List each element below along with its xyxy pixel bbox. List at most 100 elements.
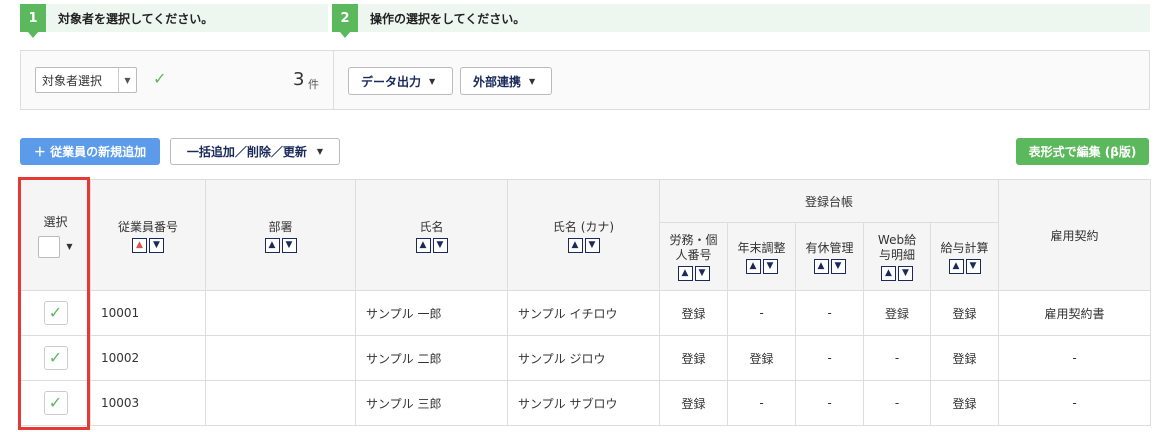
cell-name-kana: サンプル サブロウ [507, 380, 660, 426]
cell-web-payslip: - [863, 380, 931, 426]
header-paid-leave-label: 有休管理 [805, 241, 854, 255]
header-web-payslip-label: Web給与明細 [877, 232, 917, 262]
sort-asc-icon[interactable]: ▲ [745, 259, 761, 274]
header-payroll: 給与計算 ▲ ▼ [929, 222, 1000, 291]
sort-asc-icon[interactable]: ▲ [948, 259, 964, 274]
header-employee-no-label: 従業員番号 [117, 219, 178, 234]
cell-employee-no: 10002 [90, 335, 206, 381]
header-select-label: 選択 [43, 214, 68, 229]
row-checkbox-checked[interactable]: ✓ [43, 391, 68, 415]
selected-count: 3 [293, 69, 305, 90]
data-export-label: データ出力 [361, 74, 422, 89]
cell-web-payslip[interactable]: 登録 [863, 290, 931, 336]
cell-payroll[interactable]: 登録 [929, 335, 1000, 381]
sort-desc-icon[interactable]: ▼ [694, 265, 710, 281]
cell-contract[interactable]: 雇用契約書 [998, 290, 1152, 336]
header-select: 選択 ▼ [20, 179, 91, 291]
sort-asc-icon[interactable]: ▲ [132, 237, 147, 253]
table-edit-button[interactable]: 表形式で編集 (β版) [1016, 138, 1149, 165]
cell-paid-leave: - [795, 335, 864, 381]
row-select-cell[interactable]: ✓ [20, 290, 91, 336]
cell-web-payslip: - [863, 335, 931, 381]
header-employee-no: 従業員番号 ▲ ▼ [90, 179, 206, 291]
caret-down-icon: ▼ [429, 76, 436, 86]
cell-year-end: - [727, 290, 796, 336]
step-2: 2 操作の選択をしてください。 [332, 4, 1150, 38]
sort-asc-icon[interactable]: ▲ [677, 265, 693, 281]
table-row[interactable]: ✓ 10002 サンプル 二郎 サンプル ジロウ 登録 登録 - - 登録 - [20, 335, 1152, 381]
add-employee-button[interactable]: ＋ 従業員の新規追加 [20, 138, 160, 165]
sort-desc-icon[interactable]: ▼ [584, 237, 600, 253]
sort-asc-icon[interactable]: ▲ [813, 259, 829, 274]
caret-down-icon[interactable]: ▼ [66, 242, 72, 251]
header-name: 氏名 ▲ ▼ [355, 179, 508, 291]
row-select-cell[interactable]: ✓ [20, 335, 91, 381]
header-year-end-label: 年末調整 [737, 241, 786, 255]
sort-desc-icon[interactable]: ▼ [965, 259, 981, 274]
row-select-cell[interactable]: ✓ [20, 380, 91, 426]
cell-department [205, 290, 356, 336]
cell-labor[interactable]: 登録 [659, 335, 728, 381]
header-web-payslip: Web給与明細 ▲ ▼ [863, 222, 931, 291]
bulk-update-button[interactable]: 一括追加／削除／更新 ▼ [170, 138, 340, 165]
sort-desc-icon[interactable]: ▼ [149, 237, 164, 253]
header-year-end: 年末調整 ▲ ▼ [727, 222, 796, 291]
header-name-label: 氏名 [419, 219, 444, 234]
cell-department [205, 335, 356, 381]
header-department: 部署 ▲ ▼ [205, 179, 356, 291]
cell-paid-leave: - [795, 290, 864, 336]
table-row[interactable]: ✓ 10003 サンプル 三郎 サンプル サブロウ 登録 - - - 登録 - [20, 380, 1152, 426]
sort-asc-icon[interactable]: ▲ [567, 237, 583, 253]
header-payroll-label: 給与計算 [940, 241, 989, 255]
cell-labor[interactable]: 登録 [659, 380, 728, 426]
sort-desc-icon[interactable]: ▼ [898, 265, 913, 281]
cell-name[interactable]: サンプル 二郎 [355, 335, 508, 381]
chevron-down-icon[interactable]: ▼ [118, 68, 136, 92]
cell-paid-leave: - [795, 380, 864, 426]
caret-down-icon: ▼ [529, 76, 536, 86]
header-paid-leave: 有休管理 ▲ ▼ [795, 222, 864, 291]
header-department-label: 部署 [268, 219, 293, 234]
cell-labor[interactable]: 登録 [659, 290, 728, 336]
external-link-button[interactable]: 外部連携 ▼ [460, 67, 552, 95]
step-2-label: 操作の選択をしてください。 [370, 11, 526, 26]
sort-desc-icon[interactable]: ▼ [762, 259, 778, 274]
cell-name[interactable]: サンプル 三郎 [355, 380, 508, 426]
cell-name-kana: サンプル ジロウ [507, 335, 660, 381]
sort-asc-icon[interactable]: ▲ [264, 237, 280, 253]
check-icon: ✓ [153, 69, 167, 88]
external-link-label: 外部連携 [473, 74, 522, 89]
step-1: 1 対象者を選択してください。 [20, 4, 328, 38]
cell-contract: - [998, 335, 1152, 381]
cell-contract: - [998, 380, 1152, 426]
header-labor: 労務・個人番号 ▲ ▼ [659, 222, 728, 291]
step-indicator: 1 対象者を選択してください。 2 操作の選択をしてください。 [20, 4, 1150, 38]
cell-employee-no: 10003 [90, 380, 206, 426]
cell-department [205, 380, 356, 426]
data-export-button[interactable]: データ出力 ▼ [348, 67, 453, 95]
row-checkbox-checked[interactable]: ✓ [43, 301, 68, 325]
sort-asc-icon[interactable]: ▲ [415, 237, 431, 253]
cell-employee-no: 10001 [90, 290, 206, 336]
sort-desc-icon[interactable]: ▼ [281, 237, 297, 253]
sort-asc-icon[interactable]: ▲ [881, 265, 896, 281]
employee-table: 選択 ▼ 従業員番号 ▲ ▼ 部署 ▲ ▼ 氏名 ▲ ▼ 氏名 (カナ) ▲ ▼ 登録 [20, 179, 1152, 426]
select-all-checkbox[interactable] [38, 235, 61, 258]
cell-year-end: - [727, 380, 796, 426]
sort-desc-icon[interactable]: ▼ [830, 259, 846, 274]
sort-desc-icon[interactable]: ▼ [432, 237, 448, 253]
header-name-kana: 氏名 (カナ) ▲ ▼ [507, 179, 660, 291]
step-1-number: 1 [20, 4, 46, 38]
header-ledger: 登録台帳 [658, 179, 1000, 223]
cell-year-end[interactable]: 登録 [727, 335, 796, 381]
selected-count-unit: 件 [308, 78, 319, 91]
row-checkbox-checked[interactable]: ✓ [43, 346, 68, 370]
cell-payroll[interactable]: 登録 [929, 380, 1000, 426]
table-row[interactable]: ✓ 10001 サンプル 一郎 サンプル イチロウ 登録 - - 登録 登録 雇… [20, 290, 1152, 336]
caret-down-icon: ▼ [316, 147, 324, 156]
bulk-update-label: 一括追加／削除／更新 [186, 145, 307, 159]
target-select[interactable]: 対象者選択 ▼ [35, 67, 137, 93]
cell-name[interactable]: サンプル 一郎 [355, 290, 508, 336]
cell-payroll[interactable]: 登録 [929, 290, 1000, 336]
cell-name-kana: サンプル イチロウ [507, 290, 660, 336]
